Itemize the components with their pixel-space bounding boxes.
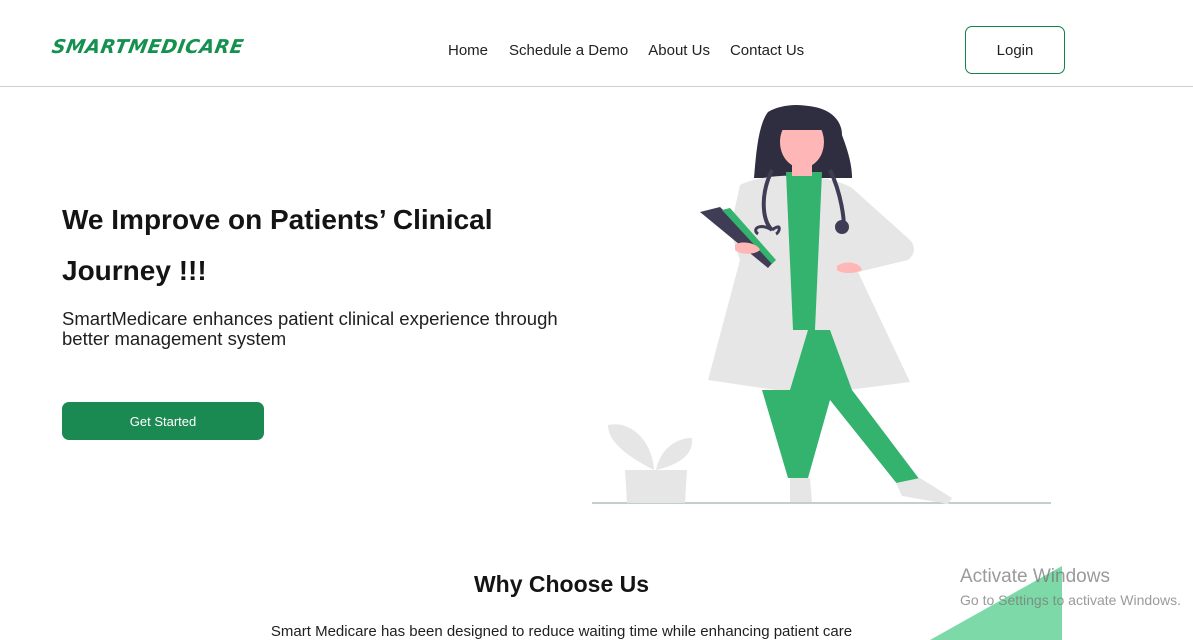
site-header: SMARTMEDICARE Home Schedule a Demo About… bbox=[0, 0, 1193, 87]
decorative-triangle bbox=[930, 566, 1062, 640]
shoe-right bbox=[896, 478, 952, 504]
brand-logo[interactable]: SMARTMEDICARE bbox=[50, 36, 245, 58]
nav-about-link[interactable]: About Us bbox=[648, 41, 710, 61]
nav-home-link[interactable]: Home bbox=[448, 41, 488, 61]
hero-title: We Improve on Patients’ Clinical Journey… bbox=[62, 194, 582, 296]
plant-icon bbox=[608, 424, 693, 503]
get-started-button[interactable]: Get Started bbox=[62, 402, 264, 440]
hero-title-line2: Journey !!! bbox=[62, 255, 207, 286]
doctor-illustration bbox=[592, 105, 1051, 504]
main-nav: Home Schedule a Demo About Us Contact Us bbox=[448, 41, 804, 61]
hero-subtitle: SmartMedicare enhances patient clinical … bbox=[62, 308, 558, 349]
nav-contact-link[interactable]: Contact Us bbox=[730, 41, 804, 61]
nav-schedule-demo-link[interactable]: Schedule a Demo bbox=[509, 41, 628, 61]
shoe-left bbox=[790, 478, 812, 502]
login-button[interactable]: Login bbox=[965, 26, 1065, 74]
hero-title-line1: We Improve on Patients’ Clinical bbox=[62, 204, 493, 235]
